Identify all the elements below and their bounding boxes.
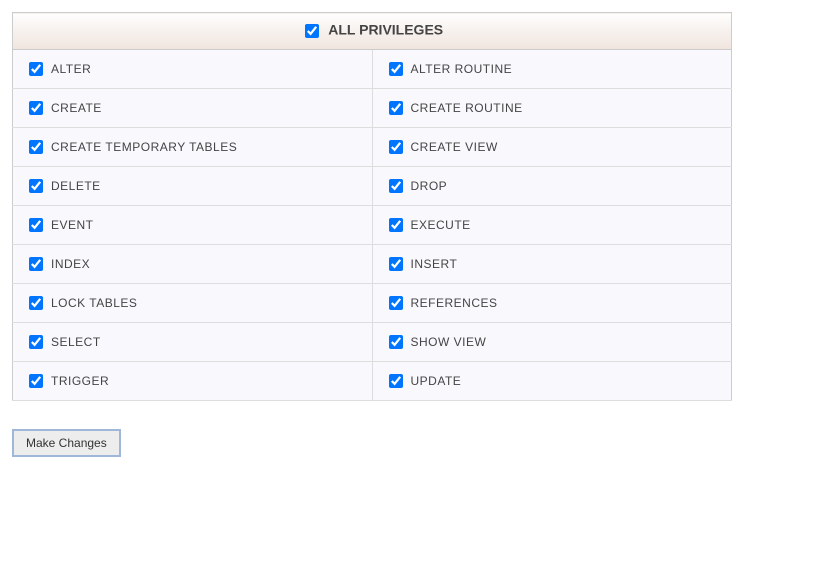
privilege-label: LOCK TABLES [51,296,137,310]
privilege-cell: ALTER [13,50,373,89]
privilege-checkbox[interactable] [389,335,403,349]
privilege-row: CREATE CREATE ROUTINE [13,89,732,128]
privilege-checkbox[interactable] [29,101,43,115]
all-privileges-label: ALL PRIVILEGES [328,22,443,38]
privilege-row: TRIGGER UPDATE [13,362,732,401]
make-changes-button[interactable]: Make Changes [12,429,121,457]
privilege-checkbox[interactable] [389,140,403,154]
privilege-cell: SELECT [13,323,373,362]
privilege-checkbox[interactable] [389,296,403,310]
privilege-cell: UPDATE [372,362,732,401]
privilege-label: EVENT [51,218,94,232]
privilege-checkbox[interactable] [29,218,43,232]
privilege-row: CREATE TEMPORARY TABLES CREATE VIEW [13,128,732,167]
privileges-table: ALL PRIVILEGES ALTERALTER ROUTINECREATEC… [12,12,732,401]
privilege-checkbox[interactable] [29,179,43,193]
privilege-label: UPDATE [411,374,462,388]
privilege-cell: EXECUTE [372,206,732,245]
privilege-checkbox[interactable] [389,62,403,76]
privilege-cell: TRIGGER [13,362,373,401]
privileges-header: ALL PRIVILEGES [13,13,732,50]
privilege-label: DROP [411,179,448,193]
privilege-cell: CREATE VIEW [372,128,732,167]
privilege-label: CREATE VIEW [411,140,498,154]
privilege-label: SELECT [51,335,101,349]
privilege-checkbox[interactable] [29,257,43,271]
privilege-cell: LOCK TABLES [13,284,373,323]
privilege-label: DELETE [51,179,101,193]
privilege-label: CREATE ROUTINE [411,101,523,115]
privilege-cell: REFERENCES [372,284,732,323]
privilege-row: ALTER ALTER ROUTINE [13,50,732,89]
privilege-row: EVENT EXECUTE [13,206,732,245]
privilege-label: EXECUTE [411,218,471,232]
privilege-checkbox[interactable] [29,374,43,388]
privilege-label: INDEX [51,257,90,271]
privilege-label: ALTER [51,62,91,76]
privilege-checkbox[interactable] [389,218,403,232]
all-privileges-checkbox[interactable] [305,24,319,38]
privilege-checkbox[interactable] [389,374,403,388]
privilege-cell: INDEX [13,245,373,284]
privilege-checkbox[interactable] [389,101,403,115]
privilege-label: SHOW VIEW [411,335,487,349]
privilege-label: CREATE TEMPORARY TABLES [51,140,237,154]
privilege-cell: SHOW VIEW [372,323,732,362]
privilege-row: LOCK TABLES REFERENCES [13,284,732,323]
privilege-cell: ALTER ROUTINE [372,50,732,89]
privilege-checkbox[interactable] [389,179,403,193]
privilege-checkbox[interactable] [29,140,43,154]
privilege-row: INDEX INSERT [13,245,732,284]
privilege-cell: DELETE [13,167,373,206]
privilege-cell: INSERT [372,245,732,284]
privilege-checkbox[interactable] [29,62,43,76]
privilege-checkbox[interactable] [389,257,403,271]
privilege-cell: CREATE TEMPORARY TABLES [13,128,373,167]
privilege-checkbox[interactable] [29,296,43,310]
privilege-row: SELECT SHOW VIEW [13,323,732,362]
privilege-cell: DROP [372,167,732,206]
privilege-row: DELETE DROP [13,167,732,206]
privilege-checkbox[interactable] [29,335,43,349]
privilege-label: REFERENCES [411,296,498,310]
privilege-cell: CREATE [13,89,373,128]
privilege-label: INSERT [411,257,458,271]
privilege-label: TRIGGER [51,374,109,388]
privilege-label: ALTER ROUTINE [411,62,513,76]
privilege-label: CREATE [51,101,102,115]
privilege-cell: CREATE ROUTINE [372,89,732,128]
privilege-cell: EVENT [13,206,373,245]
